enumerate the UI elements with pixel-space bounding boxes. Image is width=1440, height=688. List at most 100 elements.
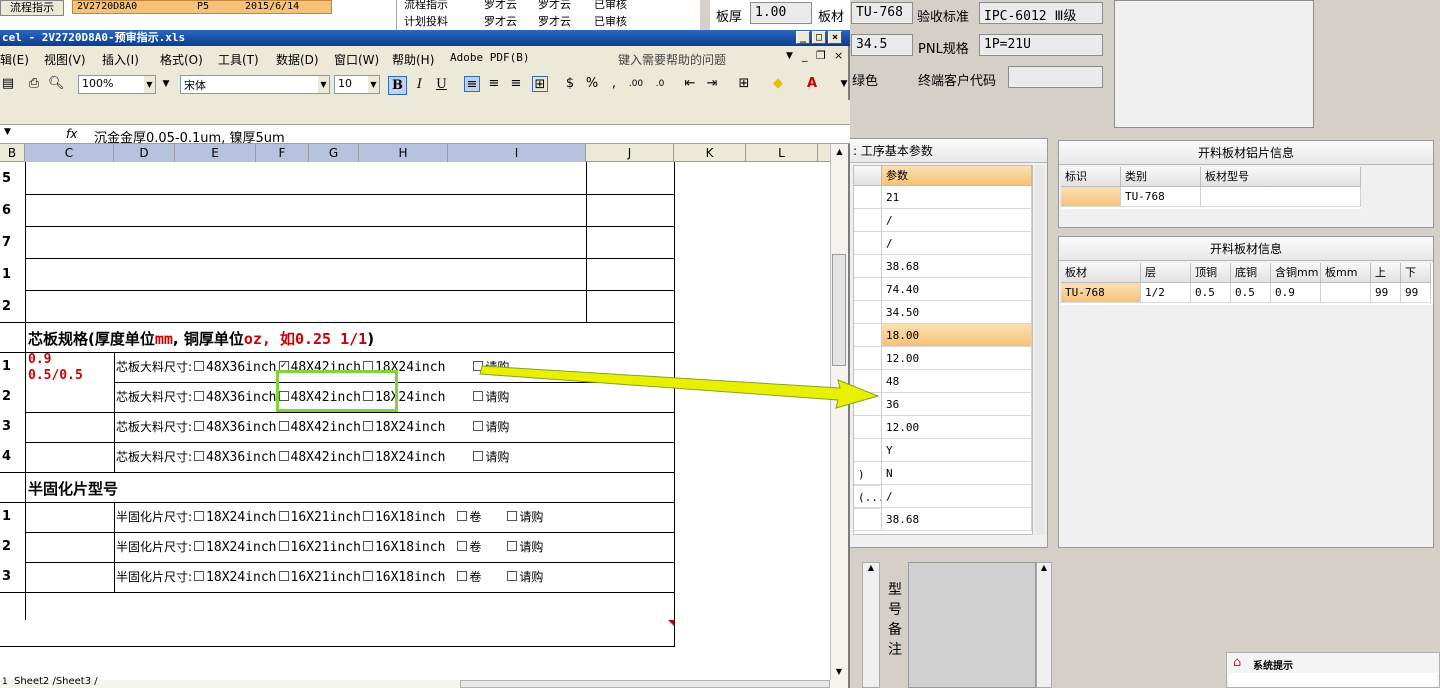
- row-header[interactable]: 1: [0, 510, 26, 523]
- doc-close-icon[interactable]: ×: [834, 49, 843, 62]
- merge-center-icon[interactable]: ⊞: [532, 76, 548, 92]
- checkbox[interactable]: [194, 420, 205, 431]
- param-value-cell[interactable]: 38.68: [882, 255, 1032, 278]
- param-value-cell[interactable]: N: [882, 462, 1032, 485]
- param-value-cell[interactable]: 34.50: [882, 301, 1032, 324]
- checkbox[interactable]: [194, 360, 205, 371]
- worksheet[interactable]: 56712 芯板规格(厚度单位mm, 铜厚单位oz, 如0.25 1/1) 10…: [0, 162, 830, 680]
- param-value-cell[interactable]: 12.00: [882, 416, 1032, 439]
- italic-button[interactable]: I: [410, 76, 429, 95]
- material-cell[interactable]: TU-768: [1061, 283, 1141, 303]
- remarks-textbox[interactable]: [908, 562, 1036, 688]
- acceptance-field[interactable]: IPC-6012 Ⅲ级: [979, 2, 1103, 24]
- namebox-dropdown-icon[interactable]: ▼: [4, 127, 11, 137]
- param-value-cell[interactable]: /: [882, 209, 1032, 232]
- column-header-h[interactable]: H: [359, 144, 448, 162]
- param-value-cell[interactable]: 38.68: [882, 508, 1032, 531]
- column-header-j[interactable]: J: [586, 144, 674, 162]
- row-header[interactable]: 1: [0, 360, 26, 373]
- checkbox[interactable]: [278, 450, 289, 461]
- checkbox[interactable]: [194, 540, 205, 551]
- save-icon[interactable]: ▤: [0, 76, 16, 92]
- maximize-button[interactable]: □: [812, 31, 826, 44]
- alu-cell-model[interactable]: [1201, 187, 1361, 207]
- row-header[interactable]: 1: [0, 268, 26, 281]
- increase-indent-icon[interactable]: ⇥: [704, 76, 720, 92]
- param-header[interactable]: 参数: [882, 166, 1032, 186]
- param-value-cell[interactable]: 74.40: [882, 278, 1032, 301]
- material-header[interactable]: 板mm: [1321, 263, 1371, 283]
- material-header[interactable]: 层: [1141, 263, 1191, 283]
- checkbox[interactable]: [457, 570, 468, 581]
- decrease-indent-icon[interactable]: ⇤: [682, 76, 698, 92]
- font-color-icon[interactable]: A: [804, 76, 820, 92]
- alu-header-id[interactable]: 标识: [1061, 167, 1121, 187]
- alu-cell-id[interactable]: [1061, 187, 1121, 207]
- checkbox[interactable]: [278, 510, 289, 521]
- system-tip-popup[interactable]: ⌂ 系统提示: [1226, 652, 1440, 688]
- print-preview-icon[interactable]: 🔍︎: [48, 76, 65, 92]
- param-value-cell[interactable]: /: [882, 485, 1032, 508]
- underline-button[interactable]: U: [432, 76, 451, 95]
- checkbox[interactable]: [194, 510, 205, 521]
- param-value-cell[interactable]: /: [882, 232, 1032, 255]
- material-cell[interactable]: 99: [1371, 283, 1401, 303]
- top-list-row[interactable]: 计划投料 罗才云 罗才云 已审核: [400, 13, 700, 28]
- column-header-l[interactable]: L: [746, 144, 818, 162]
- material-header[interactable]: 上: [1371, 263, 1401, 283]
- core-thickness[interactable]: 0.9: [28, 352, 51, 367]
- decrease-decimal-icon[interactable]: .0: [652, 76, 668, 92]
- material-header[interactable]: 板材: [1061, 263, 1141, 283]
- menu-item[interactable]: 窗口(W): [334, 51, 379, 68]
- zoom-combo[interactable]: 100% ▼: [78, 75, 156, 94]
- core-copper[interactable]: 0.5/0.5: [28, 368, 83, 380]
- flow-indicator-button[interactable]: 流程指示: [0, 0, 64, 16]
- row-header[interactable]: 2: [0, 540, 26, 553]
- percent-icon[interactable]: %: [584, 76, 600, 92]
- checkbox[interactable]: [362, 420, 373, 431]
- horizontal-scrollbar[interactable]: [460, 680, 830, 688]
- material-header[interactable]: 顶铜: [1191, 263, 1231, 283]
- help-search-input[interactable]: 键入需要帮助的问题: [618, 51, 726, 68]
- checkbox[interactable]: [457, 510, 468, 521]
- checkbox[interactable]: [278, 420, 289, 431]
- comma-icon[interactable]: ,: [606, 76, 622, 92]
- menu-item[interactable]: 工具(T): [218, 51, 259, 68]
- fill-color-icon[interactable]: ◆: [770, 76, 786, 92]
- param-value-cell[interactable]: 12.00: [882, 347, 1032, 370]
- row-header[interactable]: 6: [0, 204, 26, 217]
- minimize-button[interactable]: _: [796, 31, 810, 44]
- checkbox[interactable]: [507, 570, 518, 581]
- column-header-e[interactable]: E: [175, 144, 256, 162]
- menu-item[interactable]: 辑(E): [0, 51, 29, 68]
- column-header-i[interactable]: I: [448, 144, 586, 162]
- row-header[interactable]: 3: [0, 420, 26, 433]
- param-value-cell[interactable]: 48: [882, 370, 1032, 393]
- board-thickness-field[interactable]: 1.00: [750, 2, 812, 24]
- checkbox[interactable]: [278, 570, 289, 581]
- menu-item[interactable]: 数据(D): [276, 51, 319, 68]
- material-cell[interactable]: [1321, 283, 1371, 303]
- row-header[interactable]: 2: [0, 390, 26, 403]
- top-list-row[interactable]: 流程指示 罗才云 罗才云 已审核: [400, 0, 700, 11]
- checkbox[interactable]: ✓: [278, 360, 289, 371]
- currency-icon[interactable]: $: [562, 76, 578, 92]
- checkbox[interactable]: [194, 570, 205, 581]
- align-right-icon[interactable]: ≡: [508, 76, 524, 92]
- checkbox[interactable]: [362, 450, 373, 461]
- checkbox[interactable]: [457, 540, 468, 551]
- scroll-thumb[interactable]: [832, 254, 846, 366]
- material-header[interactable]: 下: [1401, 263, 1431, 283]
- checkbox[interactable]: [473, 450, 484, 461]
- row-header[interactable]: 5: [0, 172, 26, 185]
- alu-header-type[interactable]: 类别: [1121, 167, 1201, 187]
- help-dropdown-icon[interactable]: ▼: [786, 51, 793, 61]
- column-header-b[interactable]: B: [0, 144, 25, 162]
- align-left-icon[interactable]: ≡: [464, 76, 480, 92]
- toolbar-options-icon[interactable]: ▼: [158, 76, 174, 92]
- param-value-cell[interactable]: Y: [882, 439, 1032, 462]
- material-cell[interactable]: 0.9: [1271, 283, 1321, 303]
- fx-icon[interactable]: fx: [66, 127, 77, 141]
- value-345-field[interactable]: 34.5: [851, 34, 913, 56]
- material-cell[interactable]: 99: [1401, 283, 1431, 303]
